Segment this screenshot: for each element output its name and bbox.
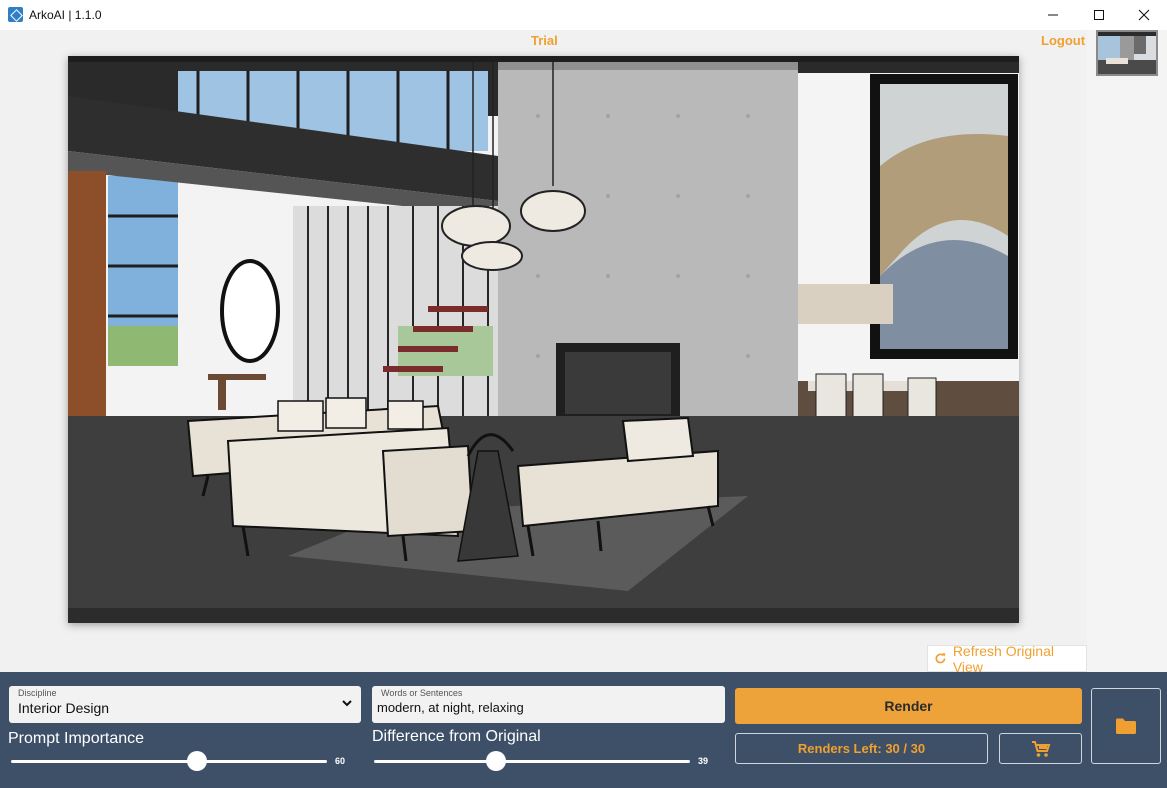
difference-label: Difference from Original — [372, 728, 541, 745]
minimize-button[interactable] — [1030, 0, 1076, 30]
open-folder-button[interactable] — [1091, 688, 1161, 764]
prompt-input[interactable]: Words or Sentences modern, at night, rel… — [372, 686, 725, 723]
chevron-down-icon — [342, 700, 352, 707]
history-thumbnail[interactable] — [1096, 30, 1158, 76]
render-button[interactable]: Render — [735, 688, 1082, 724]
difference-handle[interactable] — [486, 751, 506, 771]
history-strip — [1087, 30, 1167, 672]
refresh-label: Refresh Original View — [952, 642, 1054, 675]
difference-value: 39 — [698, 756, 709, 766]
window-titlebar: ArkoAI | 1.1.0 — [0, 0, 1167, 30]
trial-label: Trial — [531, 33, 558, 48]
refresh-original-view-button[interactable]: Refresh Original View — [927, 642, 1087, 675]
prompt-value: modern, at night, relaxing — [377, 700, 524, 715]
logout-link[interactable]: Logout — [1041, 33, 1085, 48]
prompt-importance-value: 60 — [335, 756, 346, 766]
maximize-icon — [1094, 10, 1104, 20]
renders-left-button[interactable]: Renders Left: 30 / 30 — [735, 733, 988, 764]
discipline-select[interactable]: Discipline Interior Design — [9, 686, 361, 723]
close-button[interactable] — [1121, 0, 1167, 30]
refresh-icon — [935, 653, 946, 664]
renders-left-label: Renders Left: 30 / 30 — [797, 741, 926, 756]
buy-renders-button[interactable] — [999, 733, 1082, 764]
window-title: ArkoAI | 1.1.0 — [29, 8, 102, 22]
discipline-value: Interior Design — [18, 700, 110, 716]
app-icon — [8, 7, 23, 22]
prompt-importance-slider[interactable] — [11, 751, 327, 771]
discipline-label: Discipline — [18, 688, 57, 698]
minimize-icon — [1048, 14, 1058, 16]
maximize-button[interactable] — [1076, 0, 1122, 30]
folder-icon — [1116, 718, 1136, 734]
cart-icon — [1031, 740, 1050, 757]
prompt-importance-label: Prompt Importance — [8, 730, 145, 747]
prompt-importance-handle[interactable] — [187, 751, 207, 771]
difference-slider[interactable] — [374, 751, 690, 771]
prompt-label: Words or Sentences — [381, 688, 463, 698]
close-icon — [1138, 9, 1150, 21]
render-preview-image — [68, 56, 1019, 623]
